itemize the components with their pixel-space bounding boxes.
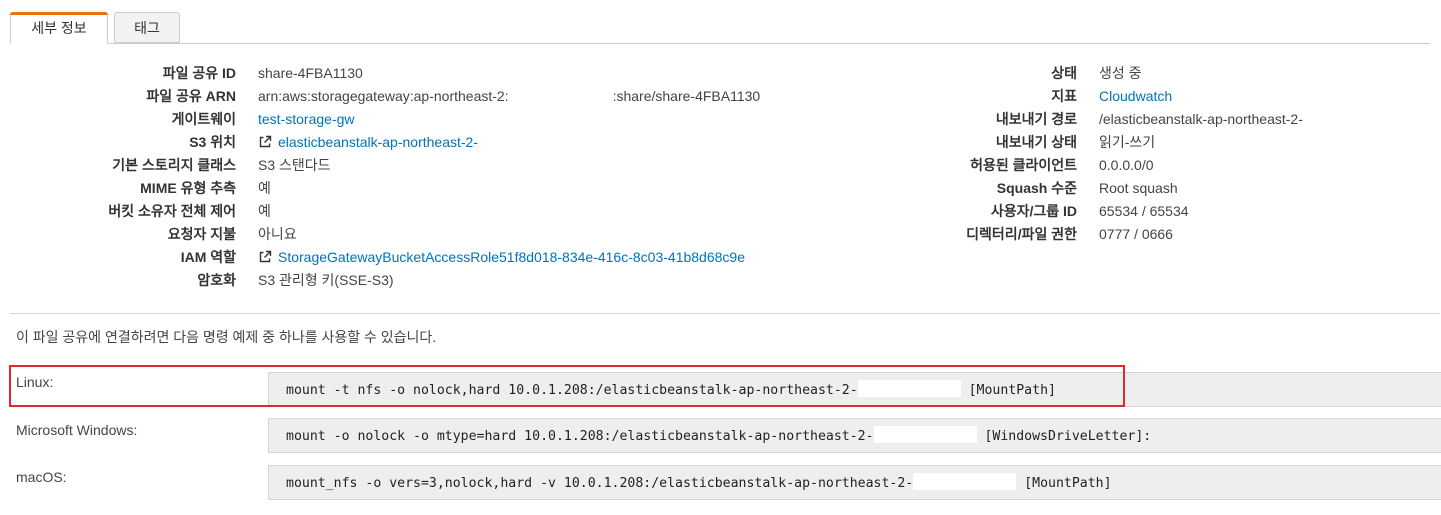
- detail-left-link[interactable]: StorageGatewayBucketAccessRole51f8d018-8…: [278, 249, 745, 265]
- detail-left-row: IAM 역할 StorageGatewayBucketAccessRole51f8…: [0, 246, 1441, 268]
- detail-right-label: 디렉터리/파일 권한: [966, 226, 1077, 242]
- detail-right-label: 지표: [1051, 88, 1077, 104]
- linux-command-text: mount -t nfs -o nolock,hard 10.0.1.208:/…: [286, 383, 858, 398]
- detail-right-row: 사용자/그룹 ID 65534 / 65534: [0, 200, 1441, 222]
- detail-right-value: 읽기-쓰기: [1099, 134, 1156, 150]
- detail-right-row: 내보내기 상태 읽기-쓰기: [0, 131, 1441, 153]
- detail-right-row: Squash 수준 Root squash: [0, 177, 1441, 199]
- detail-right-row: 내보내기 경로/elasticbeanstalk-ap-northeast-2-: [0, 108, 1441, 130]
- detail-right-row: 지표 Cloudwatch: [0, 85, 1441, 107]
- detail-right-label: Squash 수준: [996, 180, 1077, 196]
- detail-right-label: 내보내기 경로: [995, 111, 1077, 127]
- windows-command-suffix: [WindowsDriveLetter]:: [984, 429, 1152, 444]
- windows-command-box[interactable]: mount -o nolock -o mtype=hard 10.0.1.208…: [268, 418, 1441, 453]
- detail-left-value: S3 관리형 키(SSE-S3): [258, 272, 394, 288]
- detail-right-value[interactable]: Cloudwatch: [1099, 85, 1172, 107]
- tab-bar-divider: [10, 43, 1430, 44]
- detail-right-row: 허용된 클라이언트 0.0.0.0/0: [0, 154, 1441, 176]
- detail-left-label: 암호화: [197, 272, 236, 288]
- external-link-icon: [258, 249, 278, 265]
- detail-right-value: 0777 / 0666: [1099, 226, 1173, 242]
- detail-left-value[interactable]: StorageGatewayBucketAccessRole51f8d018-8…: [258, 246, 745, 268]
- linux-command-box[interactable]: mount -t nfs -o nolock,hard 10.0.1.208:/…: [268, 372, 1441, 407]
- macos-command-box[interactable]: mount_nfs -o vers=3,nolock,hard -v 10.0.…: [268, 465, 1441, 500]
- tab-bar: 세부 정보 태그: [10, 12, 1430, 44]
- detail-left-row: 암호화 S3 관리형 키(SSE-S3): [0, 269, 1441, 291]
- detail-right-label: 내보내기 상태: [995, 134, 1077, 150]
- redacted-block: [913, 473, 1017, 490]
- redacted-block: [873, 426, 977, 443]
- detail-right-value: 0.0.0.0/0: [1099, 157, 1154, 173]
- detail-right-label: 사용자/그룹 ID: [990, 203, 1077, 219]
- macos-command-suffix: [MountPath]: [1024, 476, 1112, 491]
- windows-command-text: mount -o nolock -o mtype=hard 10.0.1.208…: [286, 429, 874, 444]
- detail-right-value: /elasticbeanstalk-ap-northeast-2-: [1099, 111, 1303, 127]
- macos-label: macOS:: [16, 469, 67, 485]
- detail-right-value: 65534 / 65534: [1099, 203, 1189, 219]
- tab-details[interactable]: 세부 정보: [10, 12, 108, 44]
- redacted-block: [857, 380, 961, 397]
- linux-command-suffix: [MountPath]: [968, 383, 1056, 398]
- connect-instructions: 이 파일 공유에 연결하려면 다음 명령 예제 중 하나를 사용할 수 있습니다…: [16, 329, 437, 345]
- detail-right-row: 상태 생성 중: [0, 62, 1441, 84]
- detail-right-label: 상태: [1051, 65, 1077, 81]
- section-divider: [10, 313, 1440, 314]
- macos-command-text: mount_nfs -o vers=3,nolock,hard -v 10.0.…: [286, 476, 914, 491]
- tab-tags[interactable]: 태그: [114, 12, 180, 43]
- detail-right-value: Root squash: [1099, 180, 1178, 196]
- detail-right-row: 디렉터리/파일 권한 0777 / 0666: [0, 223, 1441, 245]
- windows-label: Microsoft Windows:: [16, 422, 138, 438]
- detail-left-label: IAM 역할: [180, 249, 236, 265]
- detail-right-label: 허용된 클라이언트: [970, 157, 1077, 173]
- detail-right-value: 생성 중: [1099, 65, 1142, 81]
- linux-label: Linux:: [16, 374, 54, 390]
